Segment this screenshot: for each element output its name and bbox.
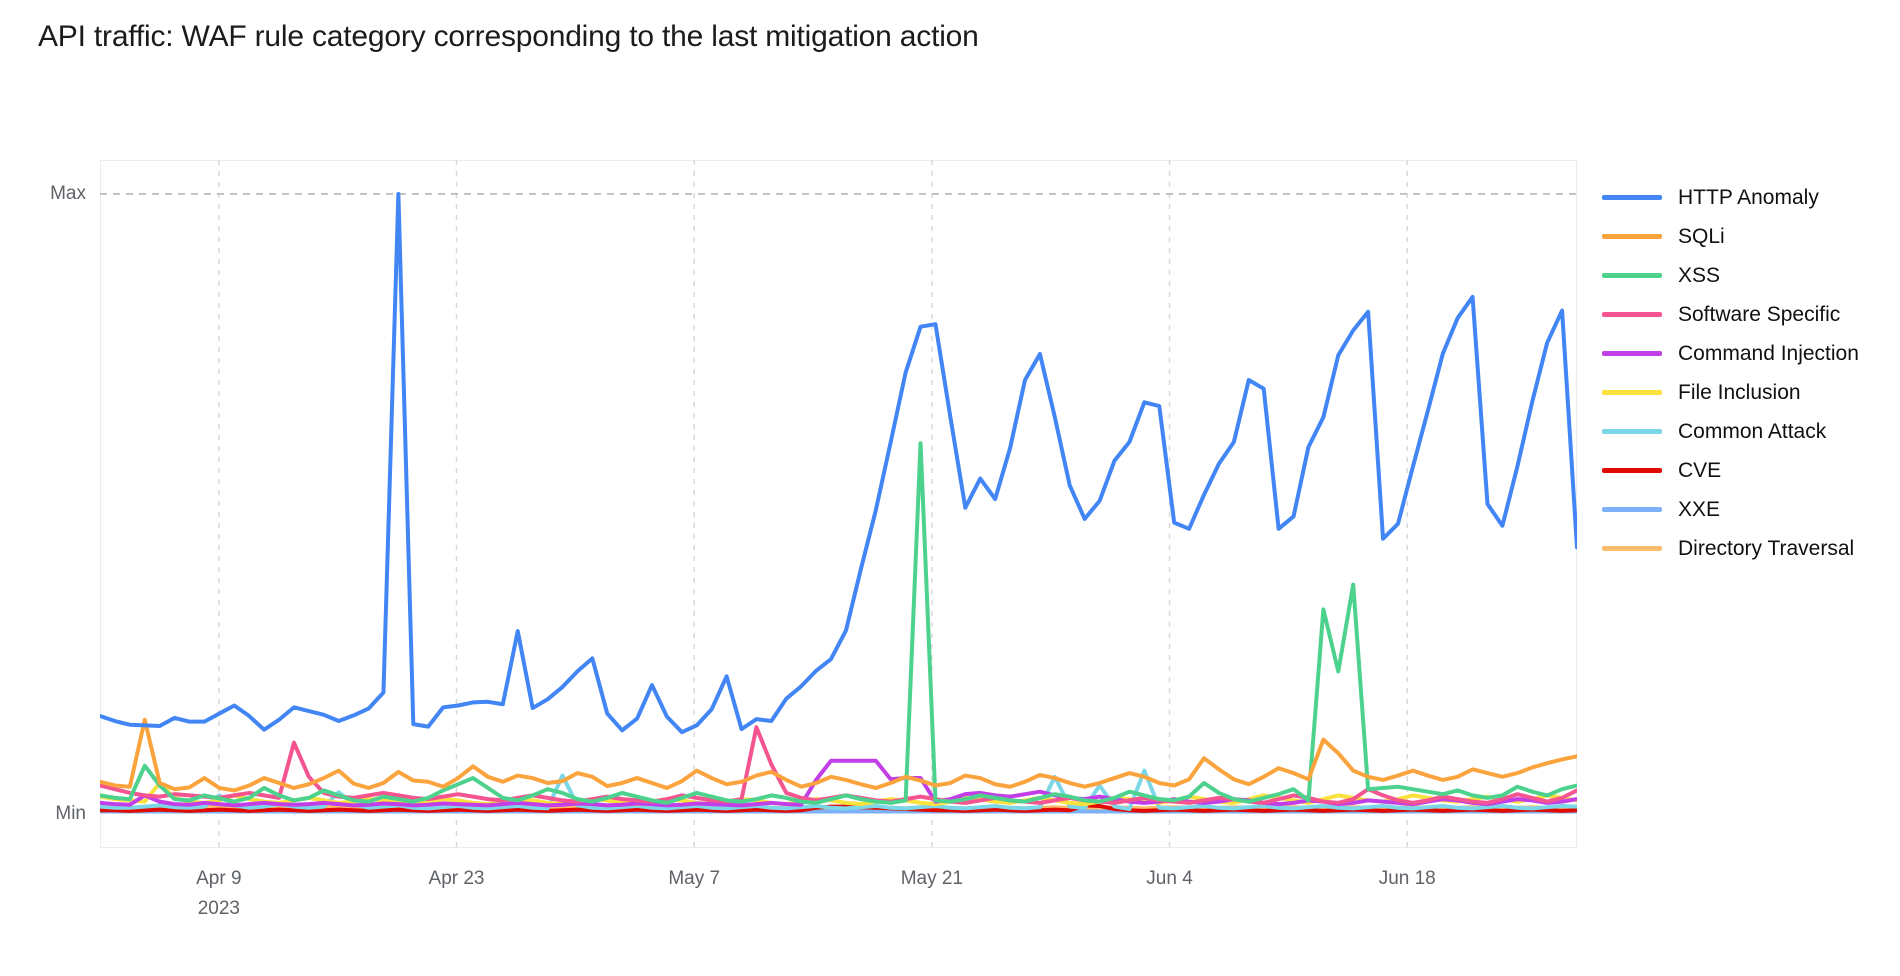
legend-item-label: SQLi — [1678, 225, 1725, 248]
legend-item-common-attack[interactable]: Common Attack — [1602, 412, 1900, 451]
legend-color-swatch — [1602, 312, 1662, 317]
legend-color-swatch — [1602, 195, 1662, 200]
legend-item-label: CVE — [1678, 459, 1722, 482]
y-tick-label: Max — [50, 182, 86, 204]
legend-item-label: Common Attack — [1678, 420, 1827, 443]
legend-color-swatch — [1602, 546, 1662, 551]
legend-color-swatch — [1602, 507, 1662, 512]
x-tick-label: Apr 23 — [428, 868, 485, 889]
series-line — [100, 720, 1577, 791]
legend-color-swatch — [1602, 468, 1662, 473]
y-tick-label: Min — [55, 803, 86, 824]
legend-item-file-inclusion[interactable]: File Inclusion — [1602, 373, 1900, 412]
x-tick-year-label: 2023 — [197, 898, 240, 919]
legend-color-swatch — [1602, 234, 1662, 239]
legend-item-directory-traversal[interactable]: Directory Traversal — [1602, 529, 1900, 568]
x-tick-label: May 7 — [668, 868, 721, 889]
legend-color-swatch — [1602, 390, 1662, 395]
chart-container: API traffic: WAF rule category correspon… — [0, 0, 1900, 976]
legend-item-xss[interactable]: XSS — [1602, 256, 1900, 295]
legend-item-sqli[interactable]: SQLi — [1602, 217, 1900, 256]
legend-item-label: Directory Traversal — [1678, 537, 1855, 560]
legend-color-swatch — [1602, 273, 1662, 278]
page-title: API traffic: WAF rule category correspon… — [38, 20, 979, 53]
legend-item-label: Command Injection — [1678, 342, 1859, 365]
legend-item-label: XSS — [1678, 264, 1721, 287]
legend-item-software-specific[interactable]: Software Specific — [1602, 295, 1900, 334]
x-tick-label: Jun 18 — [1378, 868, 1436, 889]
x-tick-label: Apr 9 — [196, 868, 242, 889]
legend-color-swatch — [1602, 429, 1662, 434]
legend-item-label: Software Specific — [1678, 303, 1841, 326]
legend-item-cve[interactable]: CVE — [1602, 451, 1900, 490]
legend-color-swatch — [1602, 351, 1662, 356]
x-tick-label: Jun 4 — [1146, 868, 1193, 889]
legend-item-label: HTTP Anomaly — [1678, 186, 1819, 209]
legend-item-command-injection[interactable]: Command Injection — [1602, 334, 1900, 373]
legend-item-label: File Inclusion — [1678, 381, 1801, 404]
series-line — [100, 443, 1577, 803]
series-line — [100, 194, 1577, 732]
x-tick-label: May 21 — [900, 868, 964, 889]
legend-item-http-anomaly[interactable]: HTTP Anomaly — [1602, 178, 1900, 217]
chart-lines — [100, 160, 1577, 848]
legend-item-xxe[interactable]: XXE — [1602, 490, 1900, 529]
plot-area[interactable] — [100, 160, 1577, 848]
chart-legend[interactable]: HTTP Anomaly SQLi XSS Software Specific Comm… — [1602, 178, 1900, 568]
legend-item-label: XXE — [1678, 498, 1721, 521]
